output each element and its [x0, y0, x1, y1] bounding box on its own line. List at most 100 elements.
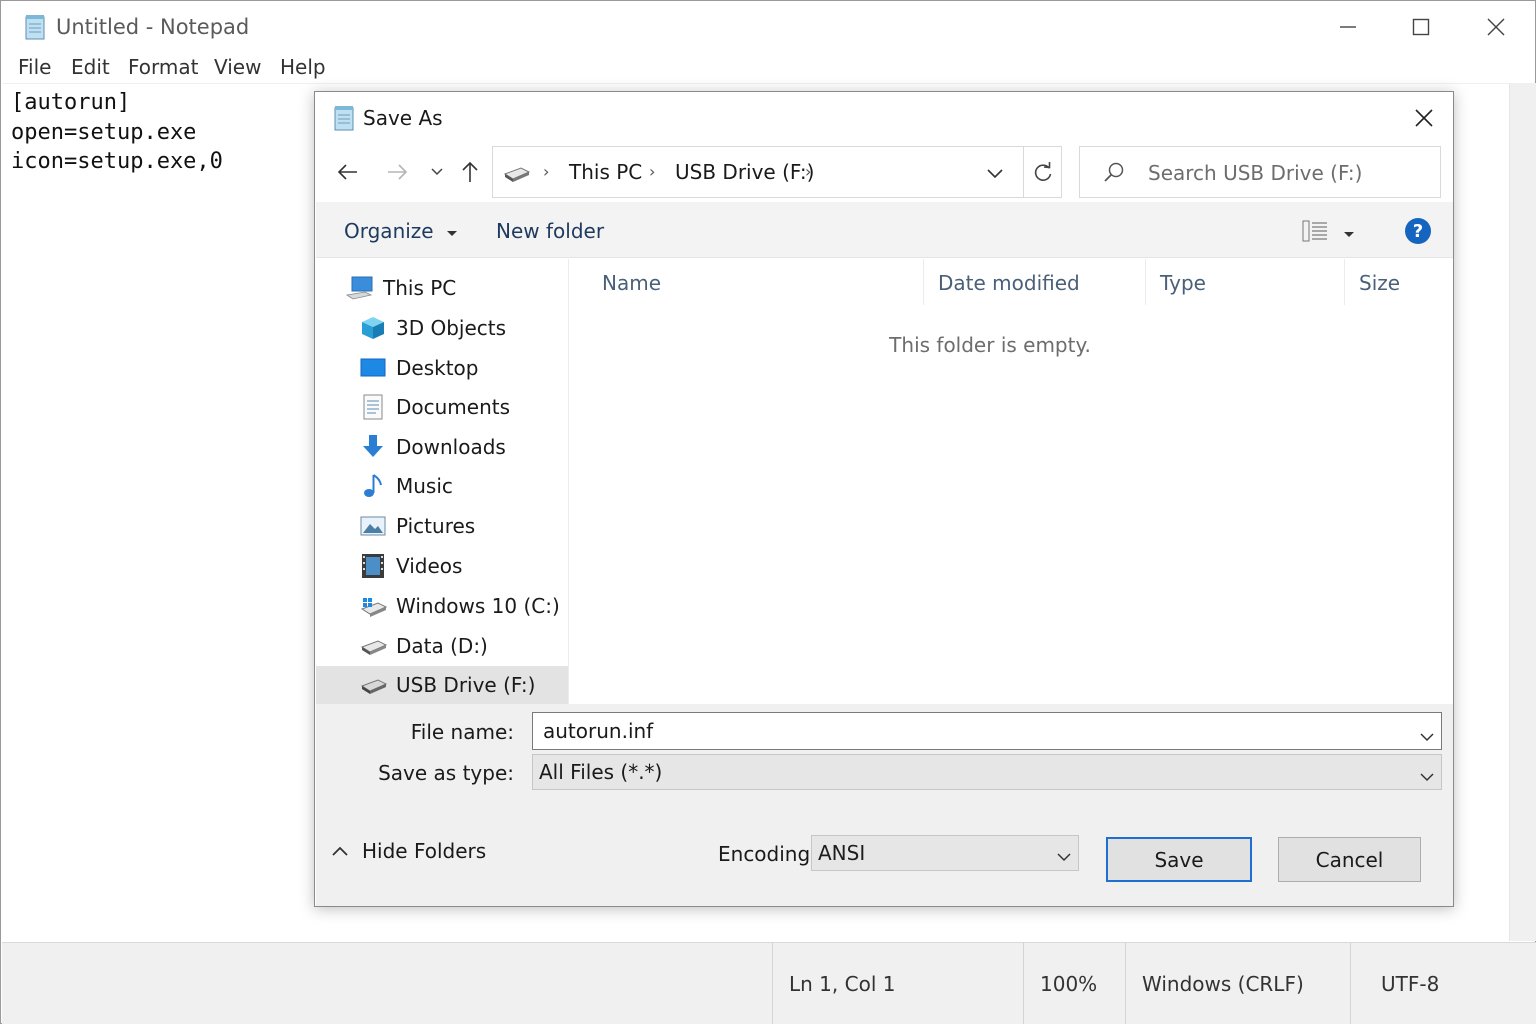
encoding-label: Encoding:: [718, 842, 817, 866]
chevron-down-icon: [1056, 845, 1072, 869]
column-header-type[interactable]: Type: [1145, 259, 1344, 305]
menu-help[interactable]: Help: [280, 55, 326, 79]
notepad-titlebar[interactable]: Untitled - Notepad: [1, 1, 1535, 53]
nav-label: This PC: [383, 276, 457, 300]
search-icon: [1102, 161, 1126, 189]
breadcrumb-separator-icon[interactable]: ›: [805, 162, 811, 181]
notepad-icon: [332, 105, 356, 131]
breadcrumb-separator-icon[interactable]: ›: [649, 162, 655, 181]
chevron-down-icon: [431, 168, 443, 176]
arrow-left-icon: [337, 164, 357, 180]
refresh-button[interactable]: [1023, 147, 1061, 197]
view-options-dropdown[interactable]: [1343, 224, 1355, 243]
nav-item-windows-c[interactable]: Windows 10 (C:): [316, 587, 568, 625]
encoding-select[interactable]: ANSI: [811, 835, 1079, 871]
menu-edit[interactable]: Edit: [71, 55, 110, 79]
dialog-titlebar[interactable]: Save As: [315, 92, 1453, 144]
nav-item-data-d[interactable]: Data (D:): [316, 627, 568, 665]
chevron-down-icon: [987, 169, 1003, 179]
details-view-icon: [1302, 220, 1327, 242]
back-button[interactable]: [332, 154, 364, 190]
column-header-size[interactable]: Size: [1344, 259, 1444, 305]
breadcrumb-usb-drive[interactable]: USB Drive (F:): [675, 160, 814, 184]
file-list[interactable]: Name Date modified Type Size This folder…: [570, 259, 1453, 704]
status-bar: Ln 1, Col 1 100% Windows (CRLF) UTF-8: [2, 942, 1536, 1024]
help-button[interactable]: ?: [1405, 218, 1431, 244]
nav-item-videos[interactable]: Videos: [316, 547, 568, 585]
notepad-icon: [23, 14, 47, 40]
menu-file[interactable]: File: [18, 55, 51, 79]
encoding-value: ANSI: [818, 841, 866, 865]
menu-format[interactable]: Format: [128, 55, 198, 79]
drive-icon: [503, 163, 531, 187]
computer-icon: [345, 275, 373, 301]
picture-icon: [360, 513, 386, 539]
new-folder-button[interactable]: New folder: [496, 219, 604, 243]
cancel-button[interactable]: Cancel: [1278, 837, 1421, 882]
file-name-field[interactable]: autorun.inf: [532, 712, 1442, 750]
nav-label: Music: [396, 474, 453, 498]
editor-line: open=setup.exe: [11, 119, 197, 145]
nav-item-pictures[interactable]: Pictures: [316, 507, 568, 545]
up-button[interactable]: [454, 154, 486, 190]
column-header-name[interactable]: Name: [588, 259, 924, 305]
editor-line: icon=setup.exe,0: [11, 149, 223, 174]
chevron-down-icon[interactable]: [1419, 725, 1435, 742]
minimize-icon: [1340, 26, 1356, 28]
organize-label: Organize: [344, 219, 434, 243]
breadcrumb-this-pc[interactable]: This PC: [569, 160, 642, 184]
column-header-date-modified[interactable]: Date modified: [923, 259, 1145, 305]
navigation-pane: This PC 3D Objects Desktop Documents Dow…: [316, 259, 569, 704]
search-placeholder: Search USB Drive (F:): [1148, 161, 1363, 185]
close-button[interactable]: [1470, 9, 1522, 45]
window-title: Untitled - Notepad: [56, 15, 250, 39]
nav-label: Downloads: [396, 435, 506, 459]
nav-item-downloads[interactable]: Downloads: [316, 428, 568, 466]
address-history-button[interactable]: [983, 161, 1007, 185]
nav-item-usb-drive-f[interactable]: USB Drive (F:): [316, 666, 568, 704]
dialog-close-button[interactable]: [1403, 100, 1445, 136]
film-icon: [360, 553, 386, 579]
search-input[interactable]: Search USB Drive (F:): [1079, 146, 1441, 198]
system-drive-icon: [360, 593, 388, 619]
arrow-up-icon: [462, 161, 478, 182]
nav-item-documents[interactable]: Documents: [316, 388, 568, 426]
status-zoom: 100%: [1023, 943, 1125, 1024]
save-as-dialog: Save As › This PC › USB Drive (F:) › Sea…: [314, 91, 1454, 907]
view-options-button[interactable]: [1302, 219, 1328, 247]
address-bar[interactable]: › This PC › USB Drive (F:) ›: [492, 146, 1062, 198]
save-as-type-select[interactable]: All Files (*.*): [532, 754, 1442, 790]
file-name-label: File name:: [410, 720, 514, 744]
nav-label: Pictures: [396, 514, 476, 538]
maximize-button[interactable]: [1395, 9, 1447, 45]
save-as-type-value: All Files (*.*): [539, 760, 663, 784]
refresh-icon: [1034, 162, 1051, 181]
document-icon: [360, 394, 386, 420]
vertical-scrollbar[interactable]: [1509, 83, 1536, 941]
nav-item-this-pc[interactable]: This PC: [316, 269, 568, 307]
recent-locations-button[interactable]: [423, 154, 451, 190]
nav-item-3d-objects[interactable]: 3D Objects: [316, 309, 568, 347]
nav-item-music[interactable]: Music: [316, 467, 568, 505]
close-icon: [1487, 18, 1505, 36]
nav-label: Windows 10 (C:): [396, 594, 560, 618]
chevron-down-icon: [1419, 765, 1435, 782]
status-position: Ln 1, Col 1: [772, 943, 1024, 1024]
save-as-type-label: Save as type:: [378, 761, 514, 785]
save-button[interactable]: Save: [1106, 837, 1252, 882]
empty-folder-message: This folder is empty.: [889, 333, 1091, 357]
nav-item-desktop[interactable]: Desktop: [316, 349, 568, 387]
command-bar: Organize New folder ?: [316, 202, 1453, 258]
forward-button[interactable]: [381, 154, 413, 190]
menu-bar: File Edit Format View Help: [1, 53, 1535, 83]
usb-drive-icon: [360, 672, 388, 698]
file-name-value: autorun.inf: [543, 719, 654, 743]
organize-button[interactable]: Organize: [344, 219, 458, 243]
status-line-ending: Windows (CRLF): [1125, 943, 1351, 1024]
breadcrumb-separator-icon: ›: [543, 162, 550, 181]
editor-line: [autorun]: [11, 90, 131, 115]
minimize-button[interactable]: [1322, 9, 1374, 45]
close-icon: [1415, 109, 1433, 127]
menu-view[interactable]: View: [214, 55, 261, 79]
nav-label: Videos: [396, 554, 463, 578]
